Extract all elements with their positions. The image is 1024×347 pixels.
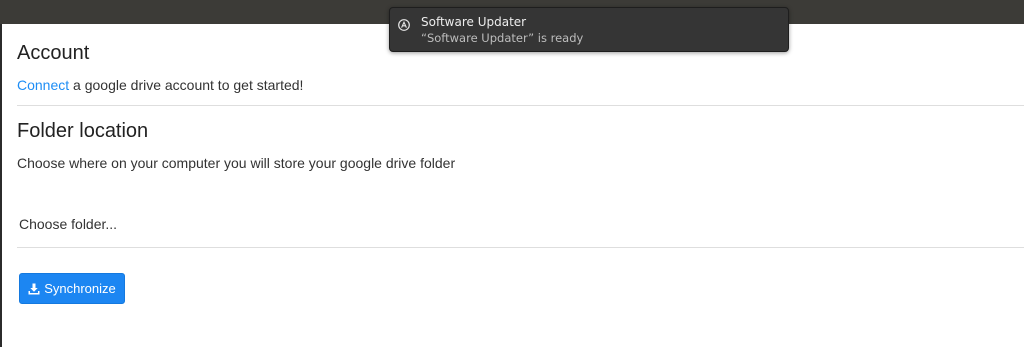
folder-description: Choose where on your computer you will s… [17,155,456,171]
choose-folder-button[interactable]: Choose folder... [19,216,117,232]
notification-body: “Software Updater” is ready [421,31,584,45]
software-updater-icon [398,16,410,31]
folder-heading: Folder location [17,120,149,142]
folder-section: Folder location Choose where on your com… [17,120,1024,171]
notification-title: Software Updater [421,15,527,29]
account-description: Connect a google drive account to get st… [17,77,1024,93]
notification-bubble[interactable]: Software Updater “Software Updater” is r… [389,7,789,52]
divider [17,105,1024,106]
divider [17,247,1024,248]
synchronize-button[interactable]: Synchronize [19,273,125,304]
app-window: Account Connect a google drive account t… [0,24,1024,347]
synchronize-label: Synchronize [44,281,116,296]
connect-link[interactable]: Connect [17,77,69,93]
connect-text: a google drive account to get started! [69,77,304,93]
download-icon [28,283,40,295]
